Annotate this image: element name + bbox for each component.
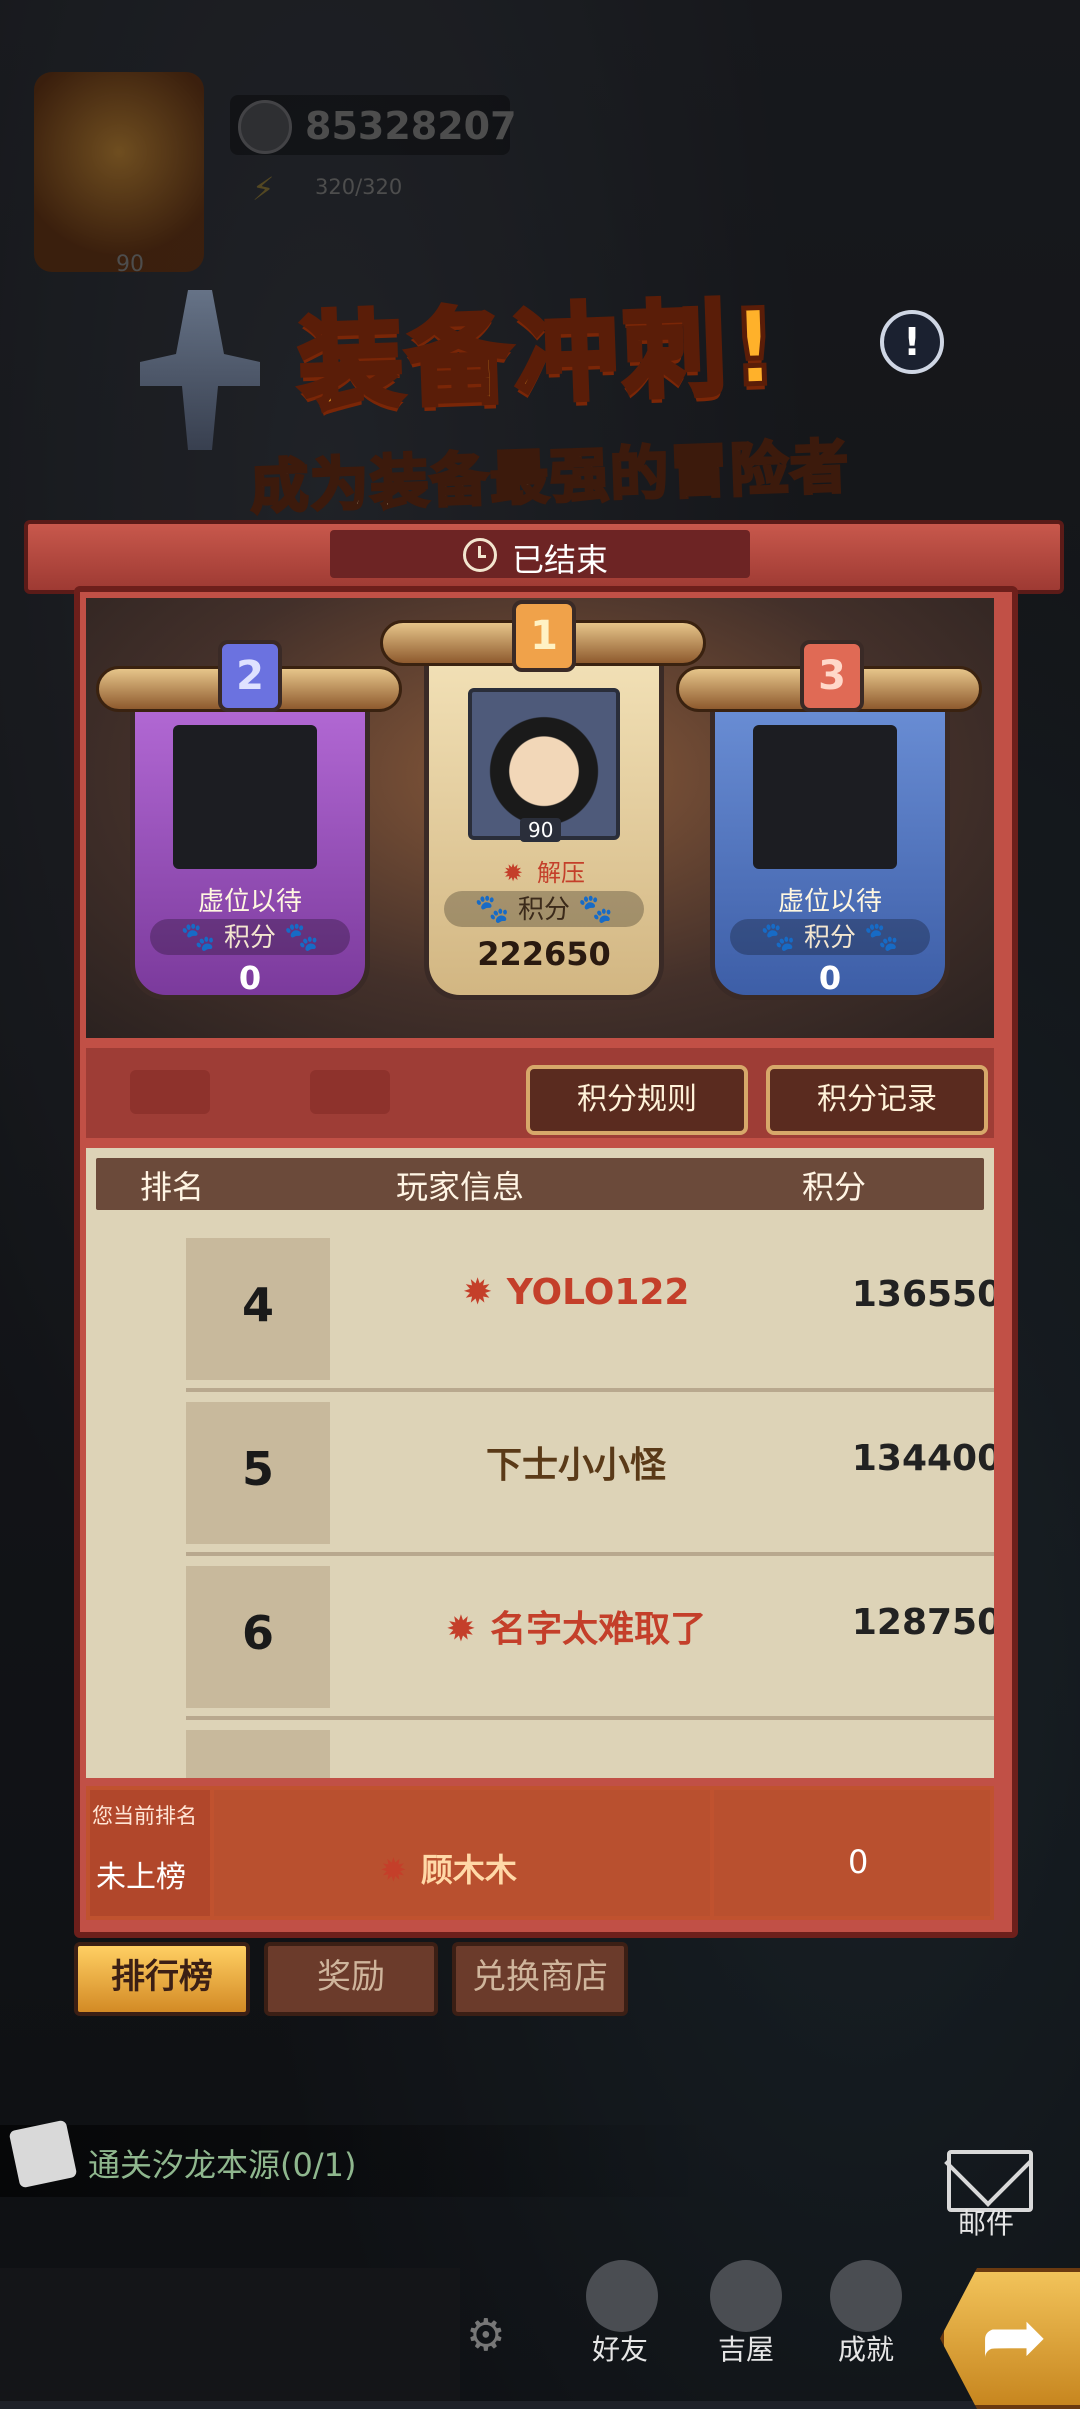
table-row[interactable]: 4 ✹ YOLO122 136550 xyxy=(186,1238,994,1392)
mail-label[interactable]: 邮件 xyxy=(958,2202,1014,2242)
my-score: 0 xyxy=(848,1843,869,1881)
empty-avatar-slot xyxy=(173,725,317,869)
empty-avatar-slot xyxy=(753,725,897,869)
score-label: 积分 xyxy=(223,923,276,953)
rank-badge-2: 2 xyxy=(218,640,282,712)
row-name: 下士小小怪 xyxy=(485,1445,666,1486)
paw-icon: 🐾 xyxy=(578,892,614,925)
header-rank: 排名 xyxy=(140,1168,205,1206)
anvil-icon xyxy=(130,1070,210,1114)
gear-icon[interactable]: ⚙ xyxy=(466,2310,505,2361)
score-label: 积分 xyxy=(803,923,856,953)
scroll-icon xyxy=(8,2119,78,2189)
event-title: 装备冲刺! xyxy=(294,283,786,427)
nav-friends[interactable]: 好友 xyxy=(592,2328,648,2368)
podium-score: 222650 xyxy=(477,935,611,973)
row-rank: 4 xyxy=(241,1278,274,1332)
tab-leaderboard[interactable]: 排行榜 xyxy=(74,1942,250,2016)
table-row[interactable]: 5 下士小小怪 134400 xyxy=(186,1402,994,1556)
table-row-partial[interactable] xyxy=(186,1730,994,1778)
title-star-icon: ✹ xyxy=(502,859,524,887)
house-icon[interactable] xyxy=(710,2260,782,2332)
podium-score: 0 xyxy=(818,959,842,997)
rank-badge-3: 3 xyxy=(800,640,864,712)
row-rank: 6 xyxy=(241,1606,274,1660)
score-label-pill: 🐾 积分 🐾 xyxy=(150,919,350,955)
row-name: ✹ YOLO122 xyxy=(462,1272,690,1313)
rank-badge-1: 1 xyxy=(512,600,576,672)
header-player: 玩家信息 xyxy=(396,1168,525,1206)
row-score: 134400 xyxy=(851,1438,994,1479)
paw-icon: 🐾 xyxy=(864,920,900,953)
tab-rewards[interactable]: 奖励 xyxy=(264,1942,438,2016)
paw-icon: 🐾 xyxy=(760,920,796,953)
paw-icon: 🐾 xyxy=(284,920,320,953)
podium-name: 解压 xyxy=(537,859,586,887)
score-rules-button[interactable]: 积分规则 xyxy=(526,1065,748,1135)
podium-name: 虚位以待 xyxy=(197,887,302,917)
score-records-button[interactable]: 积分记录 xyxy=(766,1065,988,1135)
table-row[interactable]: 6 ✹ 名字太难取了 128750 xyxy=(186,1566,994,1720)
chat-bar[interactable] xyxy=(0,2268,460,2401)
score-label: 积分 xyxy=(517,895,570,925)
podium-score: 0 xyxy=(238,959,262,997)
title-star-icon: ✹ xyxy=(445,1609,477,1650)
info-icon[interactable]: ! xyxy=(880,310,944,374)
trophy-icon[interactable] xyxy=(830,2260,902,2332)
score-label-pill: 🐾 积分 🐾 xyxy=(444,891,644,927)
my-name: ✹ 顾木木 xyxy=(380,1851,517,1889)
clock-icon xyxy=(463,538,497,572)
row-score: 136550 xyxy=(851,1274,994,1315)
ranking-table[interactable]: 4 ✹ YOLO122 136550 5 下士小小怪 134400 6 ✹ 名字太难… xyxy=(86,1148,994,1778)
header-score: 积分 xyxy=(802,1168,867,1206)
row-score: 128750 xyxy=(851,1602,994,1643)
nav-achievements[interactable]: 成就 xyxy=(838,2328,894,2368)
score-label-pill: 🐾 积分 🐾 xyxy=(730,919,930,955)
my-rank-value: 未上榜 xyxy=(96,1860,186,1895)
quest-text[interactable]: 通关汐龙本源(0/1) xyxy=(88,2140,356,2186)
podium-card-3[interactable]: 虚位以待 🐾 积分 🐾 0 xyxy=(710,690,950,1000)
row-name: ✹ 名字太难取了 xyxy=(445,1609,707,1650)
title-star-icon: ✹ xyxy=(380,1851,407,1889)
anvil-icon xyxy=(310,1070,390,1114)
paw-icon: 🐾 xyxy=(180,920,216,953)
podium-name: 虚位以待 xyxy=(777,887,882,917)
my-rank-label: 您当前排名 xyxy=(92,1804,197,1828)
row-avatar xyxy=(186,1730,330,1778)
row-rank: 5 xyxy=(241,1442,274,1496)
top-player-level: 90 xyxy=(520,818,562,842)
title-star-icon: ✹ xyxy=(462,1272,493,1313)
podium-card-2[interactable]: 虚位以待 🐾 积分 🐾 0 xyxy=(130,690,370,1000)
nav-house[interactable]: 吉屋 xyxy=(718,2328,774,2368)
event-status: 已结束 xyxy=(512,541,609,579)
friends-icon[interactable] xyxy=(586,2260,658,2332)
paw-icon: 🐾 xyxy=(474,892,510,925)
tab-exchange-shop[interactable]: 兑换商店 xyxy=(452,1942,628,2016)
